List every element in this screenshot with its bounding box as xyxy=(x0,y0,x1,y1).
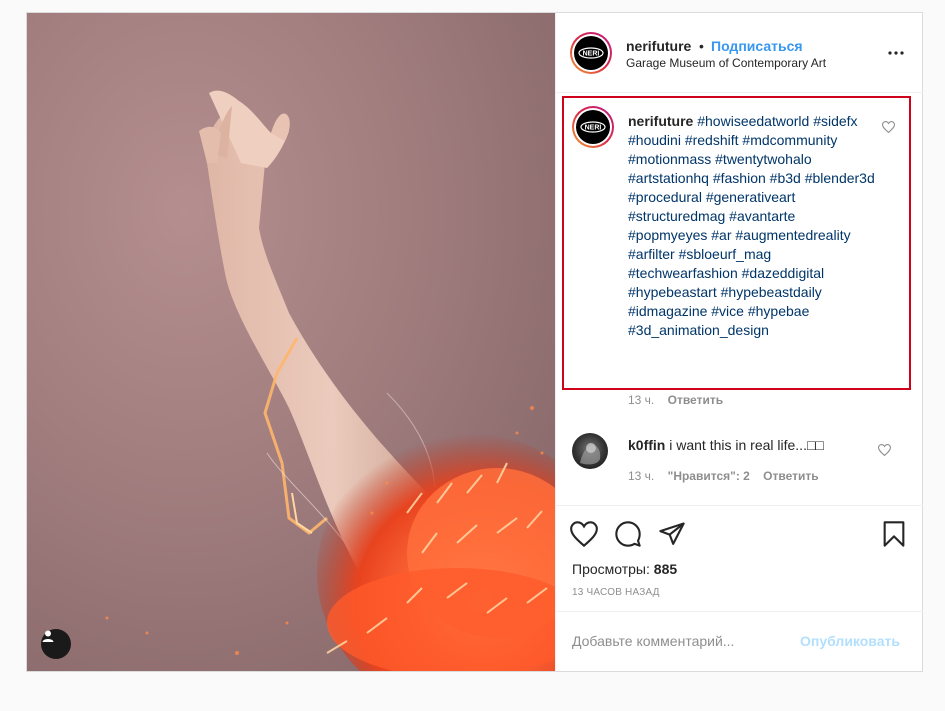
caption-hashtags[interactable]: #howiseedatworld #sidefx #houdini #redsh… xyxy=(628,113,875,338)
heart-icon xyxy=(881,121,896,134)
separator-dot: • xyxy=(699,38,704,54)
heart-icon xyxy=(877,444,892,457)
caption-like-button[interactable] xyxy=(881,120,896,138)
comment-reply-button[interactable]: Ответить xyxy=(763,469,818,483)
comment-input[interactable] xyxy=(572,630,772,652)
comment-text: i want this in real life...□□ xyxy=(669,437,824,453)
caption-username[interactable]: nerifuture xyxy=(628,113,693,129)
comment-bubble-icon xyxy=(615,521,641,547)
comment-meta: 13 ч. "Нравится": 2 Ответить xyxy=(628,469,829,483)
comment-like-button[interactable] xyxy=(877,443,892,461)
commenter-avatar[interactable] xyxy=(572,433,608,469)
user-icon xyxy=(42,630,54,642)
comment-likes[interactable]: "Нравится": 2 xyxy=(668,469,750,483)
heart-icon xyxy=(570,521,598,548)
add-comment-section: Опубликовать xyxy=(556,611,923,671)
publish-button[interactable]: Опубликовать xyxy=(800,633,900,649)
comment-body: k0ffin i want this in real life...□□ xyxy=(628,437,824,453)
more-dots-icon xyxy=(888,51,904,55)
arm-artwork xyxy=(105,90,555,671)
post-side-panel: NERI nerifuture • Подписаться Garage Mus… xyxy=(555,13,923,671)
neri-logo-icon: NERI xyxy=(578,47,604,59)
commenter-photo xyxy=(580,443,601,465)
post-header: NERI nerifuture • Подписаться Garage Mus… xyxy=(556,13,923,93)
views-label: Просмотры: xyxy=(572,561,650,577)
share-button[interactable] xyxy=(658,520,688,550)
caption-time: 13 ч. xyxy=(628,393,655,407)
paper-plane-icon xyxy=(659,522,685,545)
caption-text: nerifuture #howiseedatworld #sidefx #hou… xyxy=(628,112,878,340)
comment-time: 13 ч. xyxy=(628,469,655,483)
comment-button[interactable] xyxy=(614,520,644,550)
follow-button[interactable]: Подписаться xyxy=(711,38,803,54)
instagram-post: NERI nerifuture • Подписаться Garage Mus… xyxy=(26,12,923,672)
neri-logo-icon: NERI xyxy=(580,121,606,133)
bookmark-icon xyxy=(883,521,905,547)
post-actions: Просмотры: 885 13 часов назад xyxy=(556,505,923,611)
more-options-button[interactable] xyxy=(886,43,906,63)
caption-avatar[interactable]: NERI xyxy=(572,106,614,148)
post-video[interactable] xyxy=(27,13,555,671)
caption-highlight-box: NERI nerifuture #howiseedatworld #sidefx… xyxy=(562,96,911,390)
caption-meta: 13 ч. Ответить xyxy=(628,393,723,407)
save-button[interactable] xyxy=(880,520,910,550)
views-count[interactable]: Просмотры: 885 xyxy=(572,561,677,577)
user-tag-button[interactable] xyxy=(41,629,71,659)
comment-username[interactable]: k0ffin xyxy=(628,437,665,453)
like-button[interactable] xyxy=(570,520,600,550)
author-avatar[interactable]: NERI xyxy=(570,32,612,74)
svg-text:NERI: NERI xyxy=(583,51,600,58)
author-username[interactable]: nerifuture xyxy=(626,38,691,54)
caption-reply-button[interactable]: Ответить xyxy=(668,393,723,407)
post-time: 13 часов назад xyxy=(572,587,660,598)
svg-text:NERI: NERI xyxy=(585,125,602,132)
location-link[interactable]: Garage Museum of Contemporary Art xyxy=(626,56,826,70)
views-value: 885 xyxy=(653,561,678,577)
